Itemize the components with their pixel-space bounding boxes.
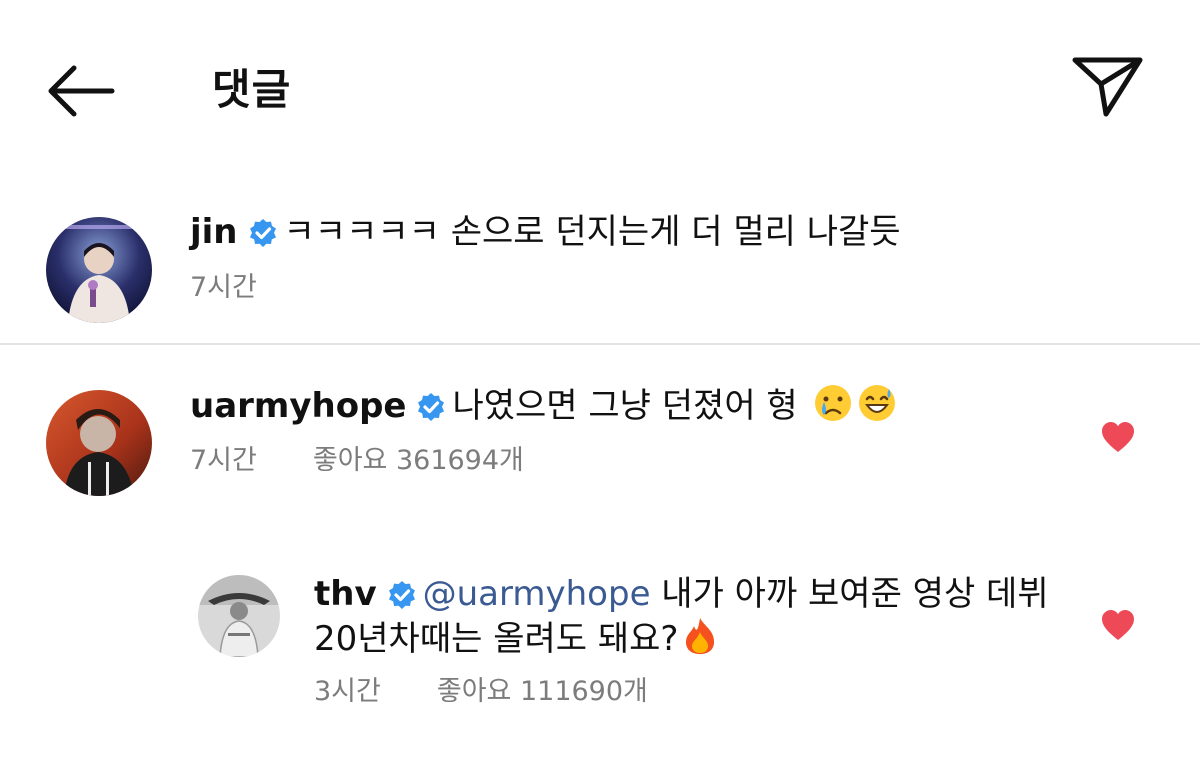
back-arrow-icon <box>48 65 115 117</box>
grinning-sweat-face-emoji <box>857 383 897 434</box>
avatar[interactable] <box>46 390 152 496</box>
comment-item: jin ㅋㅋㅋㅋㅋ 손으로 던지는게 더 멀리 나갈듯 7시간 <box>0 200 1200 340</box>
avatar[interactable] <box>46 217 152 323</box>
comment-text: 나였으면 그냥 던졌어 형 <box>452 386 798 426</box>
comment-line: uarmyhope 나였으면 그냥 던졌어 형 <box>190 383 897 434</box>
comment-text: 20년차때는 올려도 돼요? <box>314 619 679 659</box>
verified-badge-icon <box>387 577 417 621</box>
username[interactable]: thv <box>314 574 377 614</box>
heart-icon <box>1102 422 1134 452</box>
comment-text: 내가 아까 보여준 영상 데뷔 <box>661 574 1049 614</box>
comment-line-2: 20년차때는 올려도 돼요? <box>314 616 718 667</box>
like-button[interactable] <box>1100 420 1136 454</box>
comment-item: uarmyhope 나였으면 그냥 던졌어 형 7시간 좋아요 361694개 <box>0 375 1200 515</box>
comment-meta: 7시간 좋아요 361694개 <box>190 443 524 479</box>
top-bar: 댓글 <box>0 0 1200 180</box>
back-button[interactable] <box>44 60 118 122</box>
heart-icon <box>1102 610 1134 640</box>
comment-line: jin ㅋㅋㅋㅋㅋ 손으로 던지는게 더 멀리 나갈듯 <box>190 210 901 259</box>
comment-line: thv @uarmyhope 내가 아까 보여준 영상 데뷔 <box>314 572 1049 621</box>
username[interactable]: jin <box>190 212 238 252</box>
avatar[interactable] <box>198 575 280 657</box>
verified-badge-icon <box>416 389 446 433</box>
comment-meta: 7시간 <box>190 270 257 306</box>
comment-time: 3시간 <box>314 676 381 707</box>
divider <box>0 343 1200 345</box>
like-count[interactable]: 좋아요 111690개 <box>437 676 648 707</box>
like-count[interactable]: 좋아요 361694개 <box>313 445 524 476</box>
mention-link[interactable]: @uarmyhope <box>423 574 651 614</box>
reply-item: thv @uarmyhope 내가 아까 보여준 영상 데뷔 20년차때는 올려도… <box>0 560 1200 720</box>
like-button[interactable] <box>1100 608 1136 642</box>
verified-badge-icon <box>248 215 278 259</box>
comment-meta: 3시간 좋아요 111690개 <box>314 674 648 710</box>
paper-plane-icon <box>1072 57 1143 117</box>
page-title: 댓글 <box>212 65 292 114</box>
crying-face-emoji <box>813 383 853 434</box>
comment-time: 7시간 <box>190 445 257 476</box>
username[interactable]: uarmyhope <box>190 386 406 426</box>
fire-emoji <box>682 616 718 667</box>
comment-text: ㅋㅋㅋㅋㅋ 손으로 던지는게 더 멀리 나갈듯 <box>283 212 901 252</box>
share-button[interactable] <box>1068 54 1146 120</box>
comment-time: 7시간 <box>190 272 257 303</box>
